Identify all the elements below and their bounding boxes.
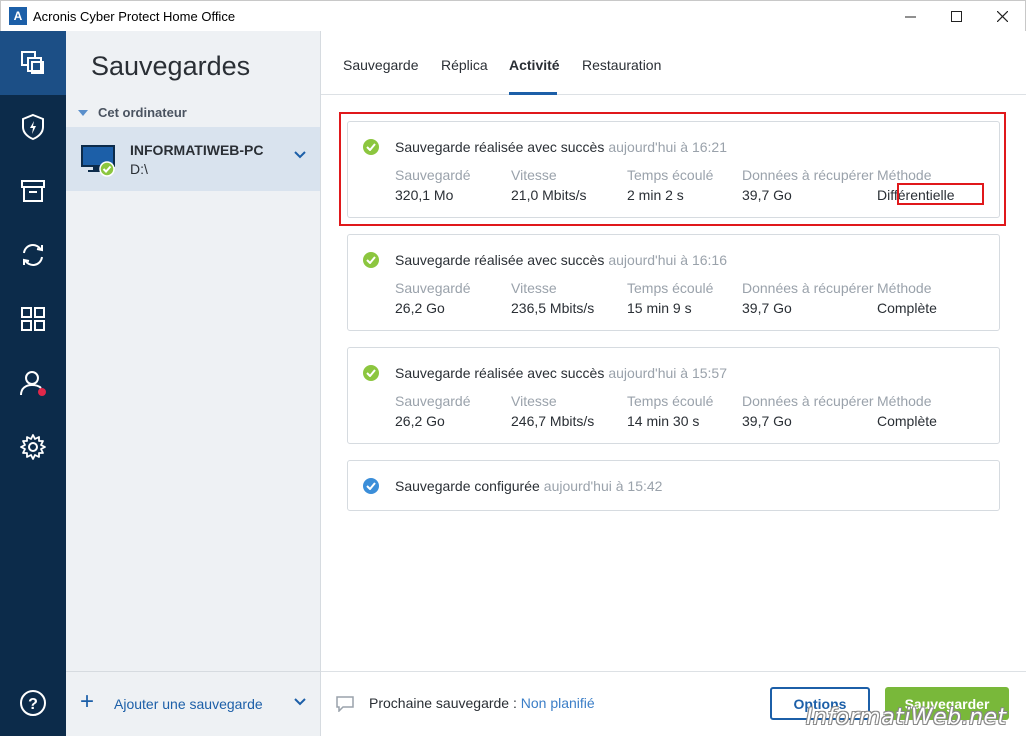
stat-elapsed: Temps écoulé 15 min 9 s: [627, 280, 714, 316]
sync-icon: [23, 244, 43, 266]
svg-text:?: ?: [28, 696, 38, 713]
shield-icon: [22, 113, 44, 141]
stat-saved: Sauvegardé 26,2 Go: [395, 393, 471, 429]
tab-replica[interactable]: Réplica: [441, 57, 488, 73]
nav-backup[interactable]: [0, 31, 66, 95]
add-icon[interactable]: +: [80, 690, 94, 714]
help-icon: ?: [20, 690, 46, 716]
stat-recoverable: Données à récupérer 39,7 Go: [742, 393, 874, 429]
archive-icon: [21, 180, 45, 202]
tab-bar: Sauvegarde Réplica Activité Restauration: [321, 31, 1026, 95]
backup-list-panel: Sauvegardes Cet ordinateur INFORMATIWEB-…: [66, 31, 321, 736]
comment-icon: [336, 696, 354, 712]
activity-time: aujourd'hui à 15:57: [608, 365, 728, 381]
close-icon: [996, 11, 1008, 22]
tab-activite[interactable]: Activité: [509, 57, 560, 73]
window-controls: [887, 1, 1025, 32]
backup-drive: D:\: [130, 161, 148, 177]
next-backup-value[interactable]: Non planifié: [521, 695, 595, 711]
grid-icon: [21, 307, 45, 331]
group-header[interactable]: Cet ordinateur: [78, 105, 187, 120]
configured-check-icon: [363, 478, 379, 494]
minimize-icon: [904, 16, 916, 18]
add-backup-button[interactable]: Ajouter une sauvegarde: [114, 696, 263, 712]
group-label: Cet ordinateur: [98, 105, 187, 120]
window-title: Acronis Cyber Protect Home Office: [33, 8, 236, 24]
maximize-icon: [950, 11, 962, 22]
maximize-button[interactable]: [933, 1, 979, 32]
nav-help[interactable]: ?: [0, 671, 66, 735]
navigation-rail: ?: [0, 31, 66, 736]
backup-icon: [21, 51, 44, 74]
tab-sauvegarde[interactable]: Sauvegarde: [343, 57, 419, 73]
backup-item[interactable]: INFORMATIWEB-PC D:\: [66, 127, 320, 191]
active-tab-indicator: [509, 92, 557, 95]
page-title: Sauvegardes: [91, 51, 251, 81]
account-icon: [20, 371, 46, 396]
nav-protection[interactable]: [0, 95, 66, 159]
activity-status: Sauvegarde configurée: [395, 478, 540, 494]
stat-recoverable: Données à récupérer 39,7 Go: [742, 280, 874, 316]
gear-icon: [20, 434, 46, 460]
computer-icon: [81, 145, 115, 177]
activity-header: Sauvegarde réalisée avec succès aujourd'…: [363, 365, 727, 381]
annotation-highlight: [339, 112, 1006, 226]
stat-speed: Vitesse 246,7 Mbits/s: [511, 393, 595, 429]
nav-archive[interactable]: [0, 159, 66, 223]
collapse-triangle-icon: [78, 109, 88, 116]
minimize-button[interactable]: [887, 1, 933, 32]
backup-name: INFORMATIWEB-PC: [130, 142, 264, 158]
stat-method: Méthode Complète: [877, 280, 937, 316]
title-bar: A Acronis Cyber Protect Home Office: [0, 0, 1026, 31]
chevron-down-icon[interactable]: [294, 698, 306, 706]
stat-elapsed: Temps écoulé 14 min 30 s: [627, 393, 714, 429]
success-check-icon: [363, 252, 379, 268]
nav-sync[interactable]: [0, 223, 66, 287]
nav-account[interactable]: [0, 351, 66, 415]
stat-saved: Sauvegardé 26,2 Go: [395, 280, 471, 316]
stat-speed: Vitesse 236,5 Mbits/s: [511, 280, 595, 316]
stat-method: Méthode Complète: [877, 393, 937, 429]
activity-status: Sauvegarde réalisée avec succès: [395, 365, 605, 381]
activity-header: Sauvegarde configurée aujourd'hui à 15:4…: [363, 478, 662, 494]
sidebar-footer: + Ajouter une sauvegarde: [66, 671, 320, 736]
activity-time: aujourd'hui à 16:16: [608, 252, 728, 268]
activity-card: Sauvegarde réalisée avec succès aujourd'…: [347, 347, 1000, 444]
activity-header: Sauvegarde réalisée avec succès aujourd'…: [363, 252, 727, 268]
next-backup-info: Prochaine sauvegarde : Non planifié: [369, 695, 595, 711]
activity-status: Sauvegarde réalisée avec succès: [395, 252, 605, 268]
success-check-icon: [363, 365, 379, 381]
chevron-down-icon[interactable]: [294, 151, 306, 159]
app-logo: A: [9, 7, 27, 25]
activity-card: Sauvegarde réalisée avec succès aujourd'…: [347, 234, 1000, 331]
watermark: InformatiWeb.net: [806, 705, 1007, 730]
nav-dashboard[interactable]: [0, 287, 66, 351]
activity-card: Sauvegarde configurée aujourd'hui à 15:4…: [347, 460, 1000, 511]
close-button[interactable]: [979, 1, 1025, 32]
nav-settings[interactable]: [0, 415, 66, 479]
activity-time: aujourd'hui à 15:42: [543, 478, 663, 494]
next-backup-label: Prochaine sauvegarde :: [369, 695, 517, 711]
tab-restauration[interactable]: Restauration: [582, 57, 661, 73]
